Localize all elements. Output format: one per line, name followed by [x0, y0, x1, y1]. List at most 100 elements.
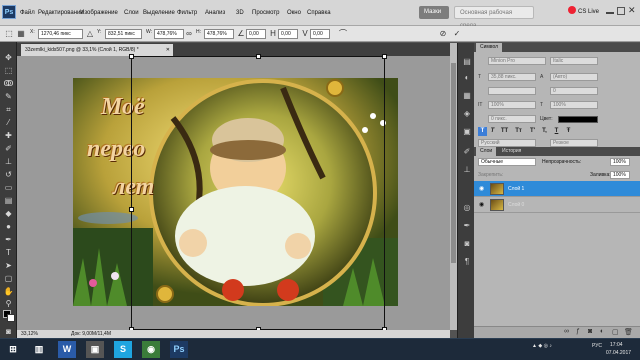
commit-transform-icon[interactable]: ✓ — [452, 29, 462, 39]
paths-panel-icon[interactable]: ✒ — [462, 221, 472, 231]
windows-start-icon[interactable]: ⊞ — [4, 341, 22, 358]
pen-tool-icon[interactable]: ✒ — [3, 234, 14, 245]
skype-icon[interactable]: S — [114, 341, 132, 358]
tab-history[interactable]: История — [498, 147, 525, 156]
superscript-button[interactable]: T' — [528, 127, 537, 136]
menu-layers[interactable]: Слои — [124, 0, 139, 26]
fx-icon[interactable]: ƒ — [576, 328, 580, 335]
lasso-tool-icon[interactable]: ↂ — [3, 78, 14, 89]
vskew-field[interactable]: 0,00 — [310, 29, 330, 39]
tab-character[interactable]: Символ — [476, 43, 503, 52]
opacity-field[interactable]: 100% — [610, 158, 630, 166]
clock-time[interactable]: 17:04 — [610, 342, 623, 348]
menu-3d[interactable]: 3D — [236, 0, 244, 26]
kerning-field[interactable]: 0 — [550, 87, 598, 95]
maximize-icon[interactable] — [617, 7, 625, 15]
menu-analysis[interactable]: Анализ — [205, 0, 225, 26]
channels-panel-icon[interactable]: ◎ — [462, 203, 472, 213]
font-style-select[interactable]: Italic — [550, 57, 598, 65]
masks-panel-icon[interactable]: ◙ — [462, 239, 472, 249]
small-caps-button[interactable]: Tт — [514, 127, 523, 136]
blur-tool-icon[interactable]: ◆ — [3, 208, 14, 219]
width-field[interactable]: 478,76% — [154, 29, 184, 39]
menu-view[interactable]: Просмотр — [252, 0, 279, 26]
menu-file[interactable]: Файл — [20, 0, 35, 26]
gradient-tool-icon[interactable]: ▤ — [3, 195, 14, 206]
swatches-panel-icon[interactable]: ▦ — [462, 91, 472, 101]
blend-mode-select[interactable]: Обычные — [478, 158, 536, 166]
menu-select[interactable]: Выделение — [143, 0, 175, 26]
tray-icons[interactable]: ▲ ◆ ◎ ♪ — [532, 343, 552, 349]
relative-position-icon[interactable]: △ — [85, 29, 95, 39]
color-panel-icon[interactable]: ◐ — [462, 73, 472, 83]
height-field[interactable]: 478,76% — [204, 29, 234, 39]
shape-tool-icon[interactable]: ▢ — [3, 273, 14, 284]
keyboard-language[interactable]: РУС — [592, 343, 602, 349]
underline-button[interactable]: T — [552, 127, 561, 136]
word-icon[interactable]: W — [58, 341, 76, 358]
mask-icon[interactable]: ◙ — [588, 328, 592, 335]
history-brush-icon[interactable]: ↺ — [3, 169, 14, 180]
close-tab-icon[interactable]: ✕ — [166, 44, 170, 56]
cs-live-button[interactable]: CS Live — [568, 6, 599, 19]
tab-layers[interactable]: Слои — [476, 147, 497, 156]
eyedropper-tool-icon[interactable]: ⁄ — [3, 117, 14, 128]
subscript-button[interactable]: T, — [540, 127, 549, 136]
layer-row[interactable]: ◉ Слой 0 — [474, 197, 640, 213]
hskew-field[interactable]: 0,00 — [278, 29, 298, 39]
workspace-switcher[interactable]: Основная рабочая среда — [454, 6, 534, 29]
fill-field[interactable]: 100% — [610, 171, 630, 179]
canvas-vertical-scrollbar[interactable] — [450, 43, 457, 330]
chrome-icon[interactable]: ◉ — [142, 341, 160, 358]
dodge-tool-icon[interactable]: ● — [3, 221, 14, 232]
leading-field[interactable]: (Авто) — [550, 73, 598, 81]
zoom-level[interactable]: 33,12% — [21, 330, 38, 338]
tracking-field[interactable] — [488, 87, 536, 95]
strikethrough-button[interactable]: Ŧ — [564, 127, 573, 136]
type-tool-icon[interactable]: T — [3, 247, 14, 258]
paragraph-panel-icon[interactable]: ¶ — [462, 257, 472, 267]
menu-help[interactable]: Справка — [307, 0, 331, 26]
workspace-mode-button[interactable]: Мазки — [419, 6, 449, 19]
crop-tool-icon[interactable]: ⌗ — [3, 104, 14, 115]
trash-icon[interactable]: 🗑 — [624, 328, 633, 336]
marquee-tool-icon[interactable]: ⬚ — [3, 65, 14, 76]
adjustments-panel-icon[interactable]: ◈ — [462, 109, 472, 119]
canvas-area[interactable]: Моё перво лет — [17, 56, 450, 330]
all-caps-button[interactable]: TT — [500, 127, 509, 136]
styles-panel-icon[interactable]: ▣ — [462, 127, 472, 137]
cancel-transform-icon[interactable]: ⊘ — [438, 29, 448, 39]
quick-mask-icon[interactable]: ◙ — [3, 326, 14, 337]
x-field[interactable]: 1270,46 пикс — [38, 29, 83, 39]
background-color-swatch[interactable] — [7, 314, 15, 322]
y-field[interactable]: 832,51 пикс — [105, 29, 142, 39]
document-tab[interactable]: 33zemlki_kids507.png @ 33,1% (Слой 1, RG… — [21, 44, 173, 56]
visibility-eye-icon[interactable]: ◉ — [479, 186, 484, 192]
minimize-icon[interactable] — [606, 12, 614, 14]
healing-tool-icon[interactable]: ✚ — [3, 130, 14, 141]
link-icon[interactable]: ∞ — [184, 29, 194, 39]
quick-select-tool-icon[interactable]: ✎ — [3, 91, 14, 102]
hand-tool-icon[interactable]: ✋ — [3, 286, 14, 297]
font-family-select[interactable]: Minion Pro — [488, 57, 546, 65]
font-size-field[interactable]: 35,88 пикс. — [488, 73, 536, 81]
antialias-select[interactable]: Резкое — [550, 139, 598, 147]
new-layer-icon[interactable]: ▢ — [612, 328, 619, 336]
menu-window[interactable]: Окно — [287, 0, 301, 26]
angle-field[interactable]: 0,00 — [246, 29, 266, 39]
menu-edit[interactable]: Редактирование — [38, 0, 84, 26]
brushes-panel-icon[interactable]: ✐ — [462, 147, 472, 157]
baseline-shift-field[interactable]: 0 пикс. — [488, 115, 536, 123]
eraser-tool-icon[interactable]: ▭ — [3, 182, 14, 193]
warp-icon[interactable]: ⌒ — [338, 29, 348, 39]
photoshop-task-icon[interactable]: Ps — [170, 341, 188, 358]
scrollbar-thumb[interactable] — [451, 63, 456, 263]
menu-filter[interactable]: Фильтр — [177, 0, 197, 26]
layer-row-selected[interactable]: ◉ Слой 1 — [474, 181, 640, 197]
visibility-eye-icon[interactable]: ◉ — [479, 202, 484, 208]
clone-source-panel-icon[interactable]: ⊥ — [462, 165, 472, 175]
horizontal-scale-field[interactable]: 100% — [550, 101, 598, 109]
path-select-tool-icon[interactable]: ➤ — [3, 260, 14, 271]
reference-point-icon[interactable]: ▦ — [16, 29, 26, 39]
link-layers-icon[interactable]: ∞ — [564, 328, 569, 335]
